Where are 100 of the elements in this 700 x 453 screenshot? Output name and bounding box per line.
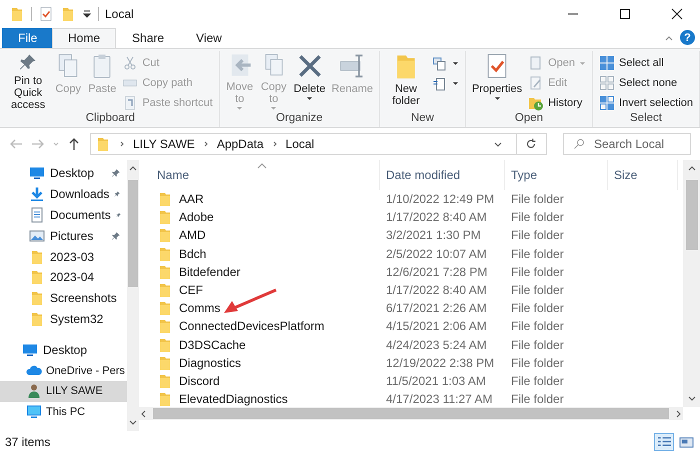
- file-name[interactable]: D3DSCache: [179, 338, 246, 352]
- folder-icon: [95, 136, 111, 152]
- folder-icon: [29, 269, 45, 286]
- file-name[interactable]: ConnectedDevicesPlatform: [179, 319, 324, 334]
- date-modified: 11/5/2021 1:03 AM: [386, 374, 486, 388]
- selectall-icon: [599, 55, 616, 72]
- navigation-item[interactable]: OneDrive - Pers: [0, 360, 127, 381]
- scrollbar[interactable]: [683, 160, 700, 407]
- scrollbar-thumb[interactable]: [686, 180, 698, 250]
- ribbon-button[interactable]: Pin to Quick access: [5, 51, 52, 112]
- chevron-icon: [202, 140, 210, 148]
- ribbon-button[interactable]: History: [525, 93, 590, 112]
- scrollbar[interactable]: [127, 160, 139, 431]
- chevron-icon: [118, 140, 126, 148]
- navigation-item[interactable]: LILY SAWE: [0, 380, 127, 402]
- desktop-icon: [22, 342, 38, 358]
- search-field[interactable]: Search Local: [563, 133, 691, 155]
- item-count: 37 items: [5, 435, 50, 449]
- folder-icon: [157, 336, 173, 353]
- properties-icon[interactable]: [38, 6, 54, 22]
- customize-caret-icon[interactable]: [82, 9, 92, 19]
- ribbon-button[interactable]: Properties: [468, 51, 526, 112]
- file-menu-tab[interactable]: File: [2, 28, 52, 48]
- invert-icon: [599, 94, 616, 111]
- file-name[interactable]: AAR: [179, 192, 204, 206]
- downloads-icon: [29, 186, 45, 202]
- close-icon[interactable]: [671, 8, 683, 20]
- folder-icon: [157, 372, 173, 389]
- breadcrumb[interactable]: Local: [286, 137, 314, 151]
- maximize-icon[interactable]: [619, 8, 631, 20]
- ribbon-tab[interactable]: Home: [52, 28, 116, 48]
- ribbon-button[interactable]: Select none: [596, 74, 696, 92]
- file-type: File folder: [511, 210, 564, 224]
- navigation-item[interactable]: System32: [0, 308, 127, 330]
- breadcrumb[interactable]: AppData: [216, 137, 264, 151]
- pictures-icon: [29, 228, 45, 244]
- desktop-icon: [29, 165, 45, 182]
- folder-icon: [157, 282, 173, 298]
- window-title: Local: [105, 7, 134, 21]
- navigation-item[interactable]: 2023-03: [0, 246, 127, 267]
- folder-icon: [157, 391, 173, 407]
- navigation-item[interactable]: Screenshots: [0, 288, 127, 309]
- column-header[interactable]: Date modified: [380, 160, 505, 190]
- folder-icon: [157, 264, 173, 280]
- ribbon-button[interactable]: New folder: [383, 51, 429, 112]
- date-modified: 4/15/2021 2:06 AM: [386, 319, 487, 334]
- ribbon-tab[interactable]: View: [180, 28, 238, 48]
- navigation-item[interactable]: Documents: [0, 204, 127, 226]
- column-header[interactable]: Name: [139, 160, 380, 190]
- selectnone-icon: [599, 75, 616, 91]
- date-modified: 2/5/2022 10:07 AM: [386, 246, 487, 261]
- date-modified: 4/24/2023 5:24 AM: [386, 338, 487, 352]
- file-name[interactable]: Diagnostics: [179, 356, 242, 370]
- ribbon-button[interactable]: Invert selection: [596, 93, 696, 112]
- scrollbar-thumb[interactable]: [128, 180, 138, 287]
- file-name[interactable]: Discord: [179, 374, 220, 388]
- search-icon: [573, 138, 585, 150]
- refresh-icon[interactable]: [524, 137, 538, 151]
- ribbon-tab[interactable]: Share: [116, 28, 180, 48]
- scrollbar-thumb[interactable]: [153, 408, 669, 419]
- file-name[interactable]: Bdch: [179, 246, 206, 261]
- column-header[interactable]: Type: [505, 160, 608, 190]
- details-view-button[interactable]: [654, 433, 674, 451]
- navigation-item[interactable]: This PC: [0, 402, 127, 423]
- date-modified: 1/17/2022 8:40 AM: [386, 210, 487, 224]
- navigation-item[interactable]: Desktop: [0, 163, 127, 184]
- file-type: File folder: [511, 319, 564, 334]
- folder-icon: [29, 310, 45, 327]
- folder-icon: [157, 354, 173, 371]
- scissors-icon: [122, 55, 138, 72]
- file-type: File folder: [511, 374, 564, 388]
- file-type: File folder: [511, 283, 564, 298]
- address-bar[interactable]: LILY SAWE AppData Local: [90, 133, 547, 155]
- file-name[interactable]: Bitdefender: [179, 264, 240, 279]
- navigation-item[interactable]: Pictures: [0, 225, 127, 246]
- file-name[interactable]: ElevatedDiagnostics: [179, 392, 288, 406]
- navigation-item[interactable]: Downloads: [0, 184, 127, 205]
- file-name[interactable]: AMD: [179, 228, 206, 242]
- chevron-icon: [270, 140, 279, 148]
- file-type: File folder: [511, 192, 564, 206]
- date-modified: 12/19/2022 2:38 PM: [386, 356, 494, 370]
- ribbon-button[interactable]: Delete: [290, 51, 328, 112]
- breadcrumb[interactable]: LILY SAWE: [133, 137, 195, 151]
- folder-icon: [157, 209, 173, 226]
- file-name[interactable]: CEF: [179, 283, 203, 298]
- file-type: File folder: [511, 301, 564, 316]
- horizontal-scrollbar[interactable]: [139, 407, 683, 420]
- file-name[interactable]: Adobe: [179, 210, 214, 224]
- navigation-item[interactable]: Desktop: [0, 339, 127, 360]
- folder-icon: [157, 246, 173, 262]
- folder-icon: [29, 290, 45, 306]
- column-header[interactable]: Size: [608, 160, 678, 190]
- date-modified: 12/6/2021 7:28 PM: [386, 264, 488, 279]
- navigation-item[interactable]: 2023-04: [0, 266, 127, 288]
- large-icons-icon: [678, 436, 694, 448]
- file-name[interactable]: Comms: [179, 301, 220, 316]
- ribbon-button[interactable]: Select all: [596, 54, 696, 73]
- file-type: File folder: [511, 392, 564, 406]
- file-type: File folder: [511, 246, 564, 261]
- help-button[interactable]: ?: [680, 30, 695, 45]
